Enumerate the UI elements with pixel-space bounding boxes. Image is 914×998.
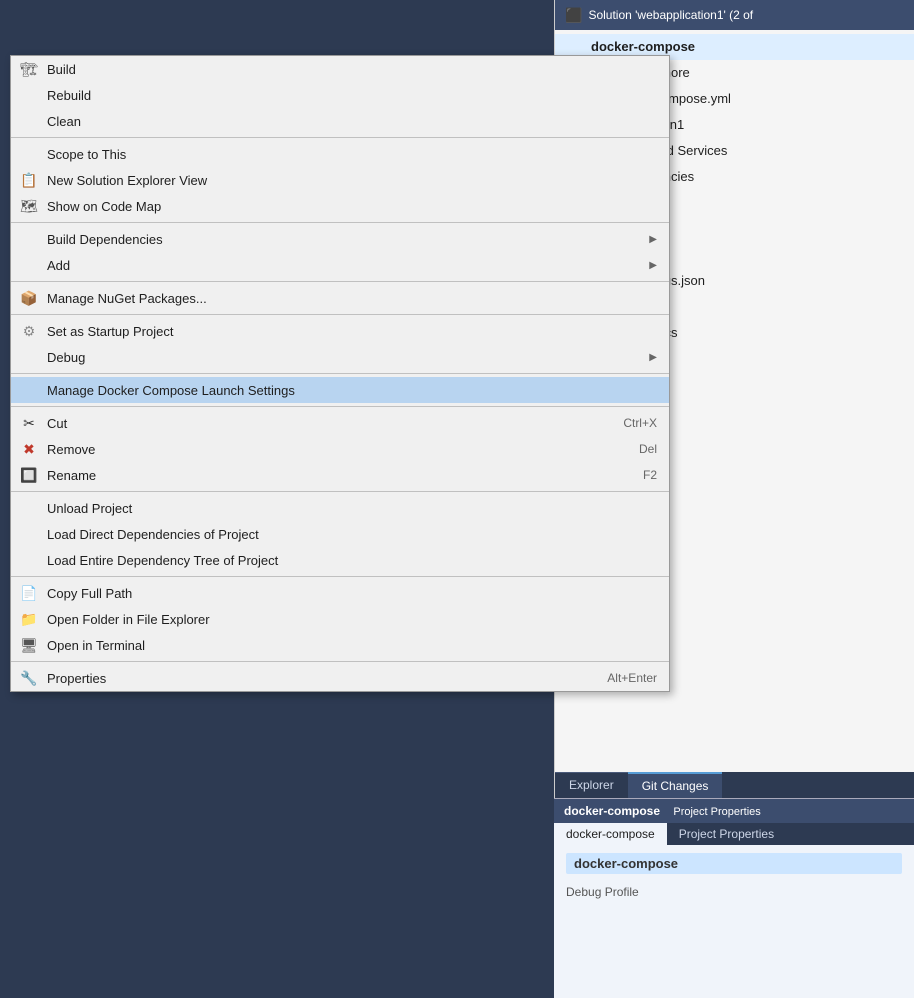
- remove-icon: ✖: [19, 439, 39, 459]
- solution-explorer-title: Solution 'webapplication1' (2 of: [588, 8, 753, 22]
- menu-item-manage-nuget[interactable]: 📦 Manage NuGet Packages...: [11, 285, 669, 311]
- menu-separator-sep7: [11, 491, 669, 492]
- menu-item-load-entire[interactable]: Load Entire Dependency Tree of Project: [11, 547, 669, 573]
- menu-item-properties[interactable]: 🔧 Properties Alt+Enter: [11, 665, 669, 691]
- menu-label-open-terminal: Open in Terminal: [47, 638, 145, 653]
- context-menu: 🏗 Build Rebuild Clean Scope to This 📋 New Solu…: [10, 55, 670, 692]
- docker-compose-selected-row: docker-compose: [566, 853, 902, 874]
- submenu-arrow-add: ▶: [649, 260, 657, 271]
- menu-label-manage-docker: Manage Docker Compose Launch Settings: [47, 383, 295, 398]
- menu-separator-sep6: [11, 406, 669, 407]
- solution-explorer-header: ⬛ Solution 'webapplication1' (2 of: [555, 0, 914, 30]
- menu-label-open-folder: Open Folder in File Explorer: [47, 612, 210, 627]
- menu-item-load-direct[interactable]: Load Direct Dependencies of Project: [11, 521, 669, 547]
- shortcut-remove: Del: [599, 442, 657, 456]
- menu-label-properties: Properties: [47, 671, 106, 686]
- menu-item-open-folder[interactable]: 📁 Open Folder in File Explorer: [11, 606, 669, 632]
- settings-icon: ⚙: [19, 321, 39, 341]
- menu-label-clean: Clean: [47, 114, 81, 129]
- nuget-icon: 📦: [19, 288, 39, 308]
- build-icon: 🏗: [19, 59, 39, 79]
- docker-panel-content: docker-compose Debug Profile: [554, 845, 914, 910]
- copy-icon: 📄: [19, 583, 39, 603]
- menu-item-set-startup[interactable]: ⚙ Set as Startup Project: [11, 318, 669, 344]
- menu-label-rename: Rename: [47, 468, 96, 483]
- menu-separator-sep9: [11, 661, 669, 662]
- menu-separator-sep1: [11, 137, 669, 138]
- shortcut-rename: F2: [603, 468, 657, 482]
- folder-icon: 📁: [19, 609, 39, 629]
- docker-compose-icon: [571, 39, 587, 55]
- menu-label-new-solution-explorer-view: New Solution Explorer View: [47, 173, 207, 188]
- docker-compose-label: docker-compose: [574, 856, 678, 871]
- menu-item-scope-to-this[interactable]: Scope to This: [11, 141, 669, 167]
- menu-item-new-solution-explorer-view[interactable]: 📋 New Solution Explorer View: [11, 167, 669, 193]
- menu-label-add: Add: [47, 258, 70, 273]
- menu-label-rebuild: Rebuild: [47, 88, 91, 103]
- docker-panel-title: docker-compose Project Properties: [564, 804, 761, 818]
- menu-item-show-on-code-map[interactable]: 🗺 Show on Code Map: [11, 193, 669, 219]
- shortcut-cut: Ctrl+X: [583, 416, 657, 430]
- menu-item-debug[interactable]: Debug ▶: [11, 344, 669, 370]
- submenu-arrow-build-dependencies: ▶: [649, 234, 657, 245]
- menu-label-remove: Remove: [47, 442, 95, 457]
- debug-profile-label: Debug Profile: [566, 885, 639, 899]
- docker-panel: docker-compose Project Properties docker…: [554, 798, 914, 998]
- menu-separator-sep2: [11, 222, 669, 223]
- debug-profile-row: Debug Profile: [566, 882, 902, 902]
- docker-panel-tabs: docker-compose Project Properties: [554, 823, 914, 845]
- menu-label-unload-project: Unload Project: [47, 501, 132, 516]
- menu-label-load-direct: Load Direct Dependencies of Project: [47, 527, 259, 542]
- menu-label-show-on-code-map: Show on Code Map: [47, 199, 161, 214]
- menu-item-add[interactable]: Add ▶: [11, 252, 669, 278]
- menu-item-remove[interactable]: ✖ Remove Del: [11, 436, 669, 462]
- menu-label-cut: Cut: [47, 416, 67, 431]
- menu-label-scope-to-this: Scope to This: [47, 147, 126, 162]
- menu-item-rename[interactable]: 🔲 Rename F2: [11, 462, 669, 488]
- menu-separator-sep3: [11, 281, 669, 282]
- props-icon: 🔧: [19, 668, 39, 688]
- menu-label-copy-full-path: Copy Full Path: [47, 586, 132, 601]
- menu-item-open-terminal[interactable]: 🖥 Open in Terminal: [11, 632, 669, 658]
- new-solution-explorer-icon: 📋: [19, 170, 39, 190]
- menu-label-debug: Debug: [47, 350, 85, 365]
- explorer-tab[interactable]: Explorer: [555, 772, 628, 798]
- menu-separator-sep8: [11, 576, 669, 577]
- menu-label-build: Build: [47, 62, 76, 77]
- project-properties-panel-tab[interactable]: Project Properties: [667, 823, 786, 845]
- submenu-arrow-debug: ▶: [649, 352, 657, 363]
- menu-separator-sep4: [11, 314, 669, 315]
- cut-icon: ✂: [19, 413, 39, 433]
- menu-item-rebuild[interactable]: Rebuild: [11, 82, 669, 108]
- terminal-icon: 🖥: [19, 635, 39, 655]
- git-changes-tab[interactable]: Git Changes: [628, 772, 723, 798]
- menu-label-set-startup: Set as Startup Project: [47, 324, 173, 339]
- compose-panel-tab[interactable]: docker-compose: [554, 823, 667, 845]
- shortcut-properties: Alt+Enter: [567, 671, 657, 685]
- menu-item-unload-project[interactable]: Unload Project: [11, 495, 669, 521]
- menu-item-build[interactable]: 🏗 Build: [11, 56, 669, 82]
- menu-label-build-dependencies: Build Dependencies: [47, 232, 163, 247]
- rename-icon: 🔲: [19, 465, 39, 485]
- menu-item-cut[interactable]: ✂ Cut Ctrl+X: [11, 410, 669, 436]
- menu-separator-sep5: [11, 373, 669, 374]
- menu-item-build-dependencies[interactable]: Build Dependencies ▶: [11, 226, 669, 252]
- docker-panel-header: docker-compose Project Properties: [554, 799, 914, 823]
- code-map-icon: 🗺: [19, 196, 39, 216]
- vs-icon: ⬛: [565, 7, 582, 24]
- menu-item-copy-full-path[interactable]: 📄 Copy Full Path: [11, 580, 669, 606]
- menu-label-load-entire: Load Entire Dependency Tree of Project: [47, 553, 278, 568]
- menu-label-manage-nuget: Manage NuGet Packages...: [47, 291, 207, 306]
- menu-item-manage-docker[interactable]: Manage Docker Compose Launch Settings: [11, 377, 669, 403]
- menu-item-clean[interactable]: Clean: [11, 108, 669, 134]
